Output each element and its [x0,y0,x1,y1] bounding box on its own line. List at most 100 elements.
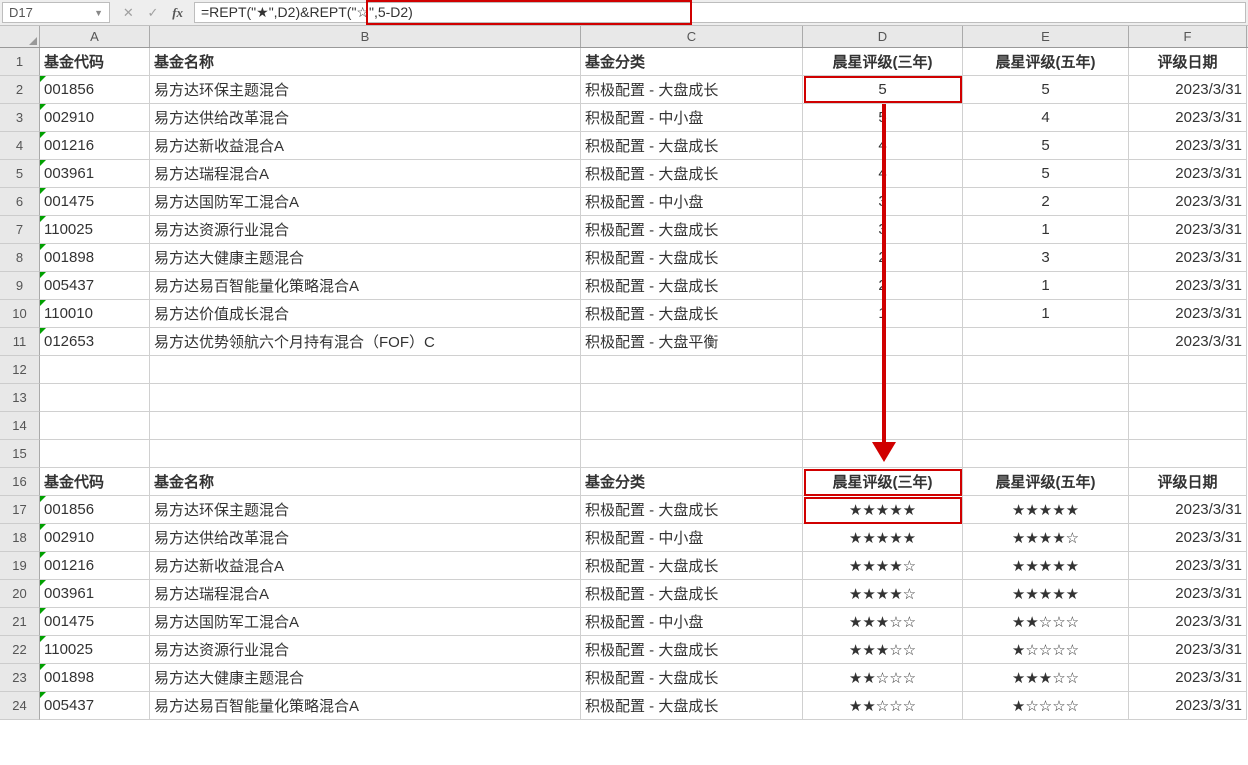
cell[interactable] [803,328,963,356]
name-box[interactable]: D17 ▼ [2,2,110,23]
cell[interactable] [40,356,150,384]
cell[interactable]: 3 [803,216,963,244]
row-header[interactable]: 13 [0,384,40,412]
row-header[interactable]: 6 [0,188,40,216]
cell[interactable]: 基金名称 [150,468,581,496]
cell[interactable]: ★★★★★ [963,580,1129,608]
cell[interactable]: 003961 [40,580,150,608]
cell[interactable]: 2023/3/31 [1129,160,1247,188]
cell[interactable]: 001856 [40,76,150,104]
row-header[interactable]: 2 [0,76,40,104]
cell[interactable] [150,384,581,412]
cell[interactable]: 4 [803,160,963,188]
row-header[interactable]: 17 [0,496,40,524]
cell[interactable]: 易方达大健康主题混合 [150,244,581,272]
cell[interactable]: ★★★★★ [963,552,1129,580]
cell[interactable]: 易方达新收益混合A [150,552,581,580]
cell[interactable]: 2 [803,244,963,272]
cell[interactable]: 002910 [40,524,150,552]
cell[interactable]: 积极配置 - 大盘成长 [581,580,803,608]
cell[interactable]: 3 [803,188,963,216]
cell[interactable] [803,384,963,412]
cell[interactable]: 易方达瑞程混合A [150,160,581,188]
cell[interactable]: 基金分类 [581,468,803,496]
cell[interactable]: 3 [963,244,1129,272]
col-header-c[interactable]: C [581,26,803,47]
cell[interactable]: 110010 [40,300,150,328]
cell[interactable]: 001475 [40,608,150,636]
formula-input[interactable]: =REPT("★",D2)&REPT("☆",5-D2) [194,2,1246,23]
cell[interactable]: 基金分类 [581,48,803,76]
col-header-a[interactable]: A [40,26,150,47]
cell[interactable]: 5 [963,76,1129,104]
cell[interactable]: 4 [803,132,963,160]
cell[interactable]: 评级日期 [1129,48,1247,76]
cell[interactable]: ★★☆☆☆ [803,664,963,692]
row-header[interactable]: 4 [0,132,40,160]
cell[interactable]: 2023/3/31 [1129,188,1247,216]
cell[interactable] [963,412,1129,440]
cell[interactable]: 积极配置 - 大盘平衡 [581,328,803,356]
cell[interactable] [963,356,1129,384]
cell[interactable]: 2023/3/31 [1129,104,1247,132]
chevron-down-icon[interactable]: ▼ [94,8,103,18]
cell[interactable] [581,384,803,412]
cell[interactable]: 易方达国防军工混合A [150,608,581,636]
cell[interactable]: ★★★★★ [803,496,963,524]
cell[interactable]: 2023/3/31 [1129,496,1247,524]
cell[interactable]: 012653 [40,328,150,356]
cell[interactable]: 2023/3/31 [1129,692,1247,720]
col-header-e[interactable]: E [963,26,1129,47]
cell[interactable] [40,412,150,440]
cell[interactable]: 易方达瑞程混合A [150,580,581,608]
cell[interactable]: 2023/3/31 [1129,300,1247,328]
cell[interactable]: 2023/3/31 [1129,216,1247,244]
cell[interactable]: 积极配置 - 中小盘 [581,608,803,636]
cell[interactable] [1129,384,1247,412]
cell[interactable]: 易方达资源行业混合 [150,636,581,664]
cell[interactable] [963,440,1129,468]
cell[interactable]: 5 [803,104,963,132]
row-header[interactable]: 20 [0,580,40,608]
cell[interactable]: 2 [963,188,1129,216]
cell[interactable]: 易方达易百智能量化策略混合A [150,692,581,720]
cell[interactable]: 001856 [40,496,150,524]
cancel-icon[interactable]: ✕ [118,3,138,23]
col-header-d[interactable]: D [803,26,963,47]
cell[interactable] [1129,356,1247,384]
cell[interactable] [150,412,581,440]
cell[interactable]: 1 [963,300,1129,328]
col-header-f[interactable]: F [1129,26,1247,47]
cell[interactable]: 积极配置 - 大盘成长 [581,496,803,524]
cell[interactable]: 积极配置 - 大盘成长 [581,244,803,272]
row-header[interactable]: 3 [0,104,40,132]
row-header[interactable]: 12 [0,356,40,384]
cell[interactable]: 基金名称 [150,48,581,76]
cell[interactable]: 2023/3/31 [1129,552,1247,580]
cell[interactable] [40,384,150,412]
cell[interactable]: 易方达环保主题混合 [150,76,581,104]
cell[interactable]: 积极配置 - 中小盘 [581,524,803,552]
cell[interactable]: 003961 [40,160,150,188]
cell[interactable]: 晨星评级(五年) [963,468,1129,496]
cell[interactable] [963,384,1129,412]
cell[interactable]: ★★★★★ [803,524,963,552]
cell[interactable] [963,328,1129,356]
cell[interactable]: 积极配置 - 大盘成长 [581,132,803,160]
cell[interactable]: 积极配置 - 大盘成长 [581,692,803,720]
cell[interactable]: 易方达供给改革混合 [150,104,581,132]
insert-function-icon[interactable]: fx [168,3,188,23]
cell[interactable]: ★★★★☆ [963,524,1129,552]
cell[interactable]: 001898 [40,244,150,272]
row-header[interactable]: 11 [0,328,40,356]
row-header[interactable]: 16 [0,468,40,496]
cell[interactable] [803,412,963,440]
cell[interactable]: 积极配置 - 大盘成长 [581,552,803,580]
cell[interactable] [581,412,803,440]
row-header[interactable]: 21 [0,608,40,636]
cell[interactable]: ★☆☆☆☆ [963,636,1129,664]
cell[interactable]: ★★★☆☆ [803,636,963,664]
cell[interactable]: ★★★☆☆ [803,608,963,636]
cell[interactable]: 积极配置 - 大盘成长 [581,76,803,104]
cell[interactable]: 005437 [40,272,150,300]
